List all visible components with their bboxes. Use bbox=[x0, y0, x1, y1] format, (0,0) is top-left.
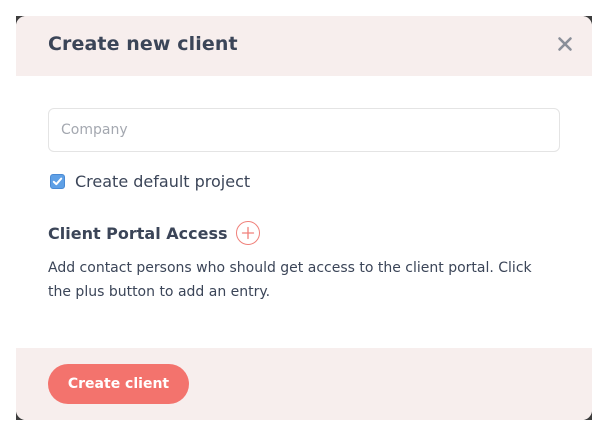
plus-icon bbox=[241, 226, 254, 240]
create-client-dialog: Create new client Create default project… bbox=[16, 16, 592, 420]
portal-heading: Client Portal Access bbox=[48, 223, 228, 243]
company-input[interactable] bbox=[48, 108, 560, 152]
checkmark-icon bbox=[52, 177, 63, 185]
default-project-option[interactable]: Create default project bbox=[50, 170, 250, 192]
add-contact-button[interactable] bbox=[235, 221, 260, 245]
portal-heading-row: Client Portal Access bbox=[48, 221, 260, 245]
dialog-title: Create new client bbox=[48, 33, 238, 55]
default-project-label[interactable]: Create default project bbox=[75, 172, 250, 191]
default-project-checkbox[interactable] bbox=[50, 173, 65, 189]
dialog-header: Create new client bbox=[16, 16, 592, 76]
close-icon bbox=[558, 37, 572, 51]
dialog-footer: Create client bbox=[16, 348, 592, 420]
portal-description: Add contact persons who should get acces… bbox=[48, 260, 532, 300]
close-button[interactable] bbox=[554, 33, 576, 55]
create-client-button[interactable]: Create client bbox=[48, 364, 189, 404]
